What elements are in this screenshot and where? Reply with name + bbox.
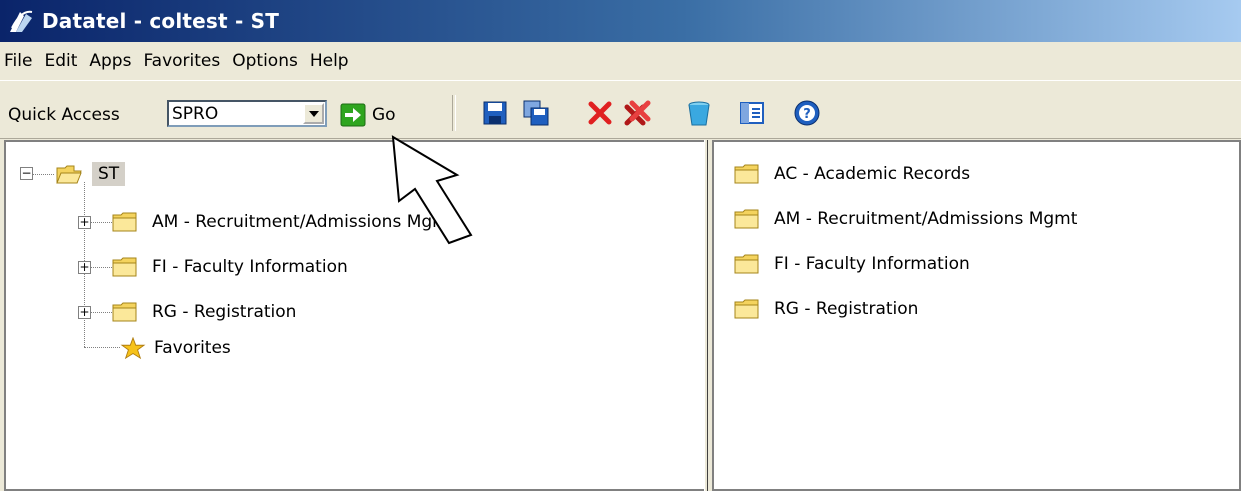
help-icon[interactable]: ? bbox=[793, 99, 821, 127]
pane-splitter[interactable] bbox=[704, 140, 708, 491]
save-all-icon[interactable] bbox=[522, 99, 550, 127]
cancel-icon[interactable] bbox=[586, 99, 614, 127]
go-button[interactable]: Go bbox=[340, 100, 436, 130]
list-item-ac[interactable]: AC - Academic Records bbox=[734, 159, 970, 189]
tree-item-label: Favorites bbox=[154, 338, 231, 358]
expand-toggle[interactable]: + bbox=[78, 261, 91, 274]
folder-icon bbox=[734, 299, 759, 319]
list-item-fi[interactable]: FI - Faculty Information bbox=[734, 249, 970, 279]
tree-connector bbox=[32, 174, 54, 175]
star-icon bbox=[120, 337, 146, 359]
menu-bar: File Edit Apps Favorites Options Help bbox=[0, 42, 1241, 80]
tree-item-am[interactable]: AM - Recruitment/Admissions Mgmt bbox=[112, 206, 455, 238]
collapse-toggle[interactable]: − bbox=[20, 167, 33, 180]
app-icon bbox=[10, 10, 33, 32]
folder-icon bbox=[112, 212, 137, 232]
folder-icon bbox=[734, 164, 759, 184]
tree-item-rg[interactable]: RG - Registration bbox=[112, 296, 296, 328]
folder-icon bbox=[734, 209, 759, 229]
toolbar: Quick Access SPRO Go ? bbox=[0, 80, 1241, 139]
open-folder-icon bbox=[56, 165, 82, 184]
expand-toggle[interactable]: + bbox=[78, 216, 91, 229]
view-icon[interactable] bbox=[738, 99, 766, 127]
go-arrow-icon bbox=[340, 103, 366, 127]
list-item-label: FI - Faculty Information bbox=[774, 254, 970, 274]
list-item-label: AM - Recruitment/Admissions Mgmt bbox=[774, 209, 1078, 229]
tree-item-label: AM - Recruitment/Admissions Mgmt bbox=[152, 212, 456, 232]
save-icon[interactable] bbox=[481, 99, 509, 127]
quick-access-combo[interactable]: SPRO bbox=[167, 100, 327, 127]
title-bar: Datatel - coltest - ST bbox=[0, 0, 1241, 42]
tree-item-label: FI - Faculty Information bbox=[152, 257, 348, 277]
menu-options[interactable]: Options bbox=[226, 51, 304, 71]
folder-icon bbox=[734, 254, 759, 274]
dropdown-button[interactable] bbox=[303, 103, 324, 124]
svg-text:?: ? bbox=[803, 107, 811, 122]
list-item-am[interactable]: AM - Recruitment/Admissions Mgmt bbox=[734, 204, 1077, 234]
toolbar-separator bbox=[452, 95, 456, 131]
folder-icon bbox=[112, 302, 137, 322]
list-item-rg[interactable]: RG - Registration bbox=[734, 294, 918, 324]
quick-access-label: Quick Access bbox=[8, 105, 120, 125]
trash-icon[interactable] bbox=[685, 99, 713, 127]
menu-apps[interactable]: Apps bbox=[83, 51, 137, 71]
tree-root-label: ST bbox=[92, 162, 126, 186]
list-pane[interactable]: AC - Academic Records AM - Recruitment/A… bbox=[712, 140, 1241, 491]
menu-file[interactable]: File bbox=[0, 51, 38, 71]
tree-item-favorites[interactable]: Favorites bbox=[120, 332, 231, 364]
menu-favorites[interactable]: Favorites bbox=[137, 51, 226, 71]
quick-access-value[interactable]: SPRO bbox=[172, 104, 218, 124]
go-label: Go bbox=[372, 105, 396, 125]
menu-help[interactable]: Help bbox=[304, 51, 355, 71]
tree-item-fi[interactable]: FI - Faculty Information bbox=[112, 251, 348, 283]
menu-edit[interactable]: Edit bbox=[38, 51, 83, 71]
tree-connector bbox=[84, 347, 120, 348]
chevron-down-icon bbox=[308, 110, 319, 117]
tree-root[interactable]: ST bbox=[56, 158, 126, 190]
folder-icon bbox=[112, 257, 137, 277]
list-item-label: AC - Academic Records bbox=[774, 164, 971, 184]
tree-item-label: RG - Registration bbox=[152, 302, 297, 322]
window-title: Datatel - coltest - ST bbox=[42, 9, 280, 33]
expand-toggle[interactable]: + bbox=[78, 306, 91, 319]
cancel-all-icon[interactable] bbox=[623, 99, 651, 127]
list-item-label: RG - Registration bbox=[774, 299, 919, 319]
tree-pane[interactable]: − ST + AM - Recruitment/Admissions Mgmt … bbox=[4, 140, 706, 491]
